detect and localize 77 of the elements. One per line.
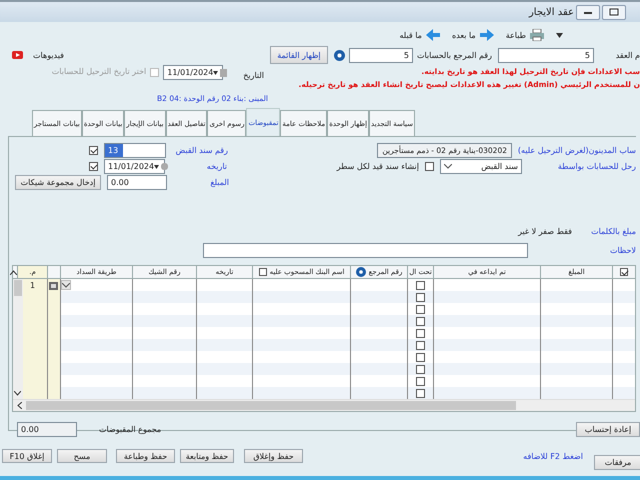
recalculate-button[interactable]: إعادة إحتساب [576, 422, 640, 437]
notes-field[interactable] [203, 243, 528, 258]
videos-label: فيديوهات [33, 50, 64, 60]
video-icon[interactable] [12, 51, 23, 59]
restore-button[interactable] [602, 4, 626, 20]
caret-icon[interactable] [556, 32, 563, 38]
voucher-date-label: تاريخه [206, 162, 227, 171]
toolbar-button[interactable]: ما بعده [452, 29, 494, 41]
row-checkbox[interactable] [416, 304, 425, 314]
horizontal-scrollbar[interactable] [13, 399, 635, 411]
notes-label: لاحظات [608, 246, 636, 255]
footer-button[interactable]: حفظ وطباعة [116, 449, 175, 463]
scrollbar-thumb[interactable] [14, 280, 22, 296]
f2-hint: اضغط F2 للاضافه [523, 452, 583, 460]
posting-date-label: اختر تاريخ الترحيل للحسابات [52, 67, 146, 76]
column-checkbox[interactable] [258, 268, 267, 276]
row-number: 1 [30, 280, 36, 290]
total-receipts-field[interactable]: 0.00 [17, 422, 77, 437]
reference-label: رقم المرجع بالحسابات [416, 50, 492, 60]
reference-field[interactable]: 5 [348, 48, 413, 62]
printer-icon [530, 29, 544, 41]
contract-number-field[interactable]: 5 [498, 48, 594, 62]
caret-icon[interactable] [213, 68, 218, 76]
contract-number-label: م العقد [614, 50, 640, 60]
row-checkbox[interactable] [416, 364, 425, 374]
entry-per-line-checkbox[interactable] [425, 162, 434, 171]
amount-in-words-label: مبلغ بالكلمات [590, 227, 636, 236]
restore-icon [609, 8, 619, 16]
voucher-date-checkbox[interactable] [89, 162, 98, 171]
minimize-button[interactable] [576, 4, 600, 20]
row-checkbox[interactable] [416, 328, 425, 338]
row-checkbox[interactable] [416, 292, 425, 302]
post-via-label: رحل للحسابات بواسطة [556, 162, 636, 171]
scrollbar-thumb[interactable] [26, 401, 516, 410]
toolbar-button[interactable]: ما قبله [400, 29, 440, 41]
footer-button[interactable]: حفظ ومتابعة [180, 449, 234, 463]
date-label: التاريخ [243, 71, 264, 80]
caret-icon[interactable] [154, 162, 160, 170]
amount-label: المبلغ [209, 178, 229, 187]
arrow-left-icon [426, 29, 440, 41]
row-checkbox[interactable] [416, 316, 425, 326]
window-title: عقد الايجار [528, 6, 574, 18]
post-via-dropdown[interactable]: سند القبض [440, 159, 522, 174]
row-checkbox[interactable] [416, 388, 425, 398]
cheques-button[interactable]: إدخال مجموعة شيكات [15, 175, 101, 190]
table-row[interactable] [22, 315, 635, 327]
voucher-date-field[interactable]: 11/01/2024 [104, 159, 165, 174]
edit-row-icon [49, 280, 59, 290]
footer-button[interactable]: مسح [57, 449, 107, 463]
help-icon[interactable] [334, 50, 345, 60]
payment-method-dropdown[interactable] [61, 280, 71, 290]
table-row[interactable] [22, 339, 635, 351]
select-all-checkbox[interactable] [620, 268, 628, 276]
chevron-down-icon[interactable] [444, 164, 452, 169]
total-receipts-label: مجموع المقبوضات [99, 425, 162, 434]
attachments-button[interactable]: مرفقات [594, 454, 640, 470]
voucher-number-label: رقم سند القبض [174, 146, 228, 155]
table-row[interactable] [22, 363, 635, 375]
amount-in-words: فقط صفر لا غير [518, 227, 572, 236]
arrow-right-icon [480, 29, 494, 41]
help-icon[interactable] [356, 267, 366, 277]
show-list-button[interactable]: إظهار القائمة [270, 46, 328, 64]
footer-button[interactable]: حفظ وإغلاق [244, 449, 303, 463]
chevron-down-icon [62, 282, 70, 288]
footer-button[interactable]: إغلاق F10 [2, 449, 52, 463]
toolbar-button[interactable]: طباعة [506, 29, 544, 41]
table-row[interactable] [22, 291, 635, 303]
row-checkbox[interactable] [416, 340, 425, 350]
row-checkbox[interactable] [416, 376, 425, 386]
vertical-scrollbar[interactable] [13, 279, 23, 399]
entry-per-line-label: إنشاء سند قيد لكل سطر [336, 162, 419, 171]
row-checkbox[interactable] [416, 280, 425, 290]
amount-field[interactable]: 0.00 [107, 175, 167, 190]
row-checkbox[interactable] [416, 352, 425, 362]
debtor-account-label: ساب المدينون(لغرض الترحيل عليه) [516, 146, 636, 155]
voucher-number-field[interactable]: 13 [104, 143, 166, 158]
voucher-checkbox[interactable] [89, 146, 98, 155]
